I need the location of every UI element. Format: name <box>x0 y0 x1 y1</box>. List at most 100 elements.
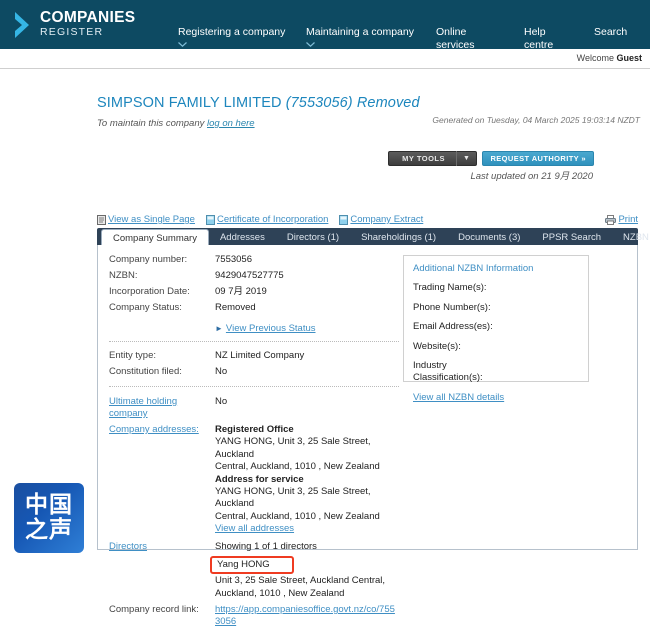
field-incorporation-date: Incorporation Date: 09 7月 2019 <box>109 286 399 298</box>
site-logo[interactable]: COMPANIES REGISTER <box>0 10 184 40</box>
tab-nzbn[interactable]: NZBN <box>612 228 650 246</box>
print-label[interactable]: Print <box>618 214 638 225</box>
triangle-right-icon: ► <box>215 324 223 333</box>
logo-primary-text: COMPANIES <box>40 10 135 27</box>
field-label: Company record link: <box>109 604 215 628</box>
address-for-service-line-2: Central, Auckland, 1010 , New Zealand <box>215 511 399 524</box>
highlighted-director-name: Yang HONG <box>210 556 294 574</box>
field-company-record-link: Company record link: https://app.compani… <box>109 604 399 628</box>
field-directors: Directors Showing 1 of 1 directors Yang … <box>109 541 399 600</box>
tab-documents[interactable]: Documents (3) <box>447 228 531 246</box>
registered-office-line-1: YANG HONG, Unit 3, 25 Sale Street, Auckl… <box>215 436 399 461</box>
nzbn-websites-label: Website(s): <box>413 341 579 353</box>
tab-addresses[interactable]: Addresses <box>209 228 276 246</box>
company-extract-link[interactable]: Company Extract <box>339 214 423 225</box>
nav-item-online-services[interactable]: Online services <box>436 8 524 52</box>
directors-block: Showing 1 of 1 directors Yang HONG Unit … <box>215 541 385 600</box>
logo-secondary-text: REGISTER <box>40 27 135 38</box>
nzbn-phone-numbers-label: Phone Number(s): <box>413 302 579 314</box>
address-for-service-line-1: YANG HONG, Unit 3, 25 Sale Street, Auckl… <box>215 486 399 511</box>
directors-showing-count: Showing 1 of 1 directors <box>215 541 385 553</box>
top-navigation-bar: COMPANIES REGISTER Registering a company… <box>0 0 650 49</box>
field-value: 7553056 <box>215 254 252 266</box>
registered-office-label: Registered Office <box>215 424 399 436</box>
request-authority-button[interactable]: REQUEST AUTHORITY » <box>482 151 594 166</box>
main-menu: Registering a company Maintaining a comp… <box>184 0 650 49</box>
certificate-of-incorporation-link[interactable]: Certificate of Incorporation <box>206 214 328 225</box>
company-addresses-link[interactable]: Company addresses: <box>109 424 215 535</box>
director-address-line-2: Auckland, 1010 , New Zealand <box>215 588 385 601</box>
printer-icon <box>605 215 616 225</box>
nav-item-label: Online services <box>436 26 475 51</box>
field-company-addresses: Company addresses: Registered Office YAN… <box>109 424 399 535</box>
page-body: MY TOOLS ▼ REQUEST AUTHORITY » Last upda… <box>0 69 650 129</box>
view-as-single-page-link[interactable]: View as Single Page <box>97 214 195 225</box>
field-label: Constitution filed: <box>109 366 215 378</box>
nav-item-help-centre[interactable]: Help centre <box>524 8 594 52</box>
link-label[interactable]: Certificate of Incorporation <box>217 214 328 225</box>
nav-item-label: Search <box>594 26 627 38</box>
field-value: 9429047527775 <box>215 270 284 282</box>
status-badge: Removed <box>357 95 420 111</box>
tab-company-summary[interactable]: Company Summary <box>101 229 209 246</box>
field-label: Entity type: <box>109 350 215 362</box>
addresses-block: Registered Office YANG HONG, Unit 3, 25 … <box>215 424 399 535</box>
tab-ppsr-search[interactable]: PPSR Search <box>531 228 612 246</box>
nav-item-label: Help centre <box>524 26 553 51</box>
view-all-nzbn-details-link[interactable]: View all NZBN details <box>413 392 504 403</box>
nzbn-industry-classifications-label: Industry Classification(s): <box>413 360 579 383</box>
welcome-bar: Welcome Guest <box>0 49 650 69</box>
view-previous-status-link[interactable]: View Previous Status <box>226 323 316 334</box>
chevron-down-icon <box>178 42 187 47</box>
ultimate-holding-company-link[interactable]: Ultimate holding company <box>109 396 215 420</box>
nav-item-search[interactable]: Search <box>594 8 650 39</box>
field-ultimate-holding-company: Ultimate holding company No <box>109 396 399 420</box>
view-all-addresses-link[interactable]: View all addresses <box>215 523 294 534</box>
field-value: Removed <box>215 302 256 314</box>
directors-link[interactable]: Directors <box>109 541 215 600</box>
field-company-number: Company number: 7553056 <box>109 254 399 266</box>
company-summary-panel: Company number: 7553056 NZBN: 9429047527… <box>97 245 638 550</box>
pdf-icon <box>206 215 215 225</box>
action-buttons: MY TOOLS ▼ REQUEST AUTHORITY » <box>388 151 594 166</box>
nzbn-trading-names-label: Trading Name(s): <box>413 282 579 294</box>
nzbn-email-addresses-label: Email Address(es): <box>413 321 579 333</box>
field-label: Company Status: <box>109 302 215 314</box>
divider <box>109 341 399 342</box>
watermark-logo: 中国 之声 <box>14 483 84 553</box>
link-label[interactable]: Company Extract <box>350 214 423 225</box>
field-entity-type: Entity type: NZ Limited Company <box>109 350 399 362</box>
tab-directors[interactable]: Directors (1) <box>276 228 350 246</box>
page-title: SIMPSON FAMILY LIMITED (7553056) Removed <box>97 95 650 111</box>
additional-nzbn-panel: Additional NZBN Information Trading Name… <box>403 255 589 382</box>
watermark-line-2: 之声 <box>25 518 73 543</box>
field-constitution-filed: Constitution filed: No <box>109 366 399 378</box>
chevron-right-logo-icon <box>14 10 31 40</box>
nzbn-panel-heading: Additional NZBN Information <box>413 263 579 274</box>
field-label: Incorporation Date: <box>109 286 215 298</box>
nav-item-label: Maintaining a company <box>306 26 414 38</box>
welcome-username: Guest <box>616 53 642 63</box>
pdf-icon <box>339 215 348 225</box>
document-links-row: View as Single Page Certificate of Incor… <box>97 214 638 225</box>
field-label: Company number: <box>109 254 215 266</box>
company-name: SIMPSON FAMILY LIMITED <box>97 95 282 111</box>
link-label[interactable]: View as Single Page <box>108 214 195 225</box>
director-address-line-1: Unit 3, 25 Sale Street, Auckland Central… <box>215 575 385 588</box>
welcome-prefix: Welcome <box>577 53 617 63</box>
page-icon <box>97 215 106 225</box>
company-number: (7553056) <box>286 95 353 111</box>
company-record-url[interactable]: https://app.companiesoffice.govt.nz/co/7… <box>215 604 395 627</box>
chevron-down-icon: ▼ <box>457 155 476 162</box>
welcome-message: Welcome Guest <box>577 53 642 63</box>
chevron-down-icon <box>306 42 315 47</box>
log-on-here-link[interactable]: log on here <box>207 118 255 129</box>
field-value: No <box>215 366 227 378</box>
divider <box>109 386 399 387</box>
watermark-line-1: 中国 <box>25 493 73 518</box>
print-link[interactable]: Print <box>605 214 638 225</box>
my-tools-button[interactable]: MY TOOLS ▼ <box>388 151 477 166</box>
tab-shareholdings[interactable]: Shareholdings (1) <box>350 228 447 246</box>
field-value: NZ Limited Company <box>215 350 304 362</box>
field-label: NZBN: <box>109 270 215 282</box>
